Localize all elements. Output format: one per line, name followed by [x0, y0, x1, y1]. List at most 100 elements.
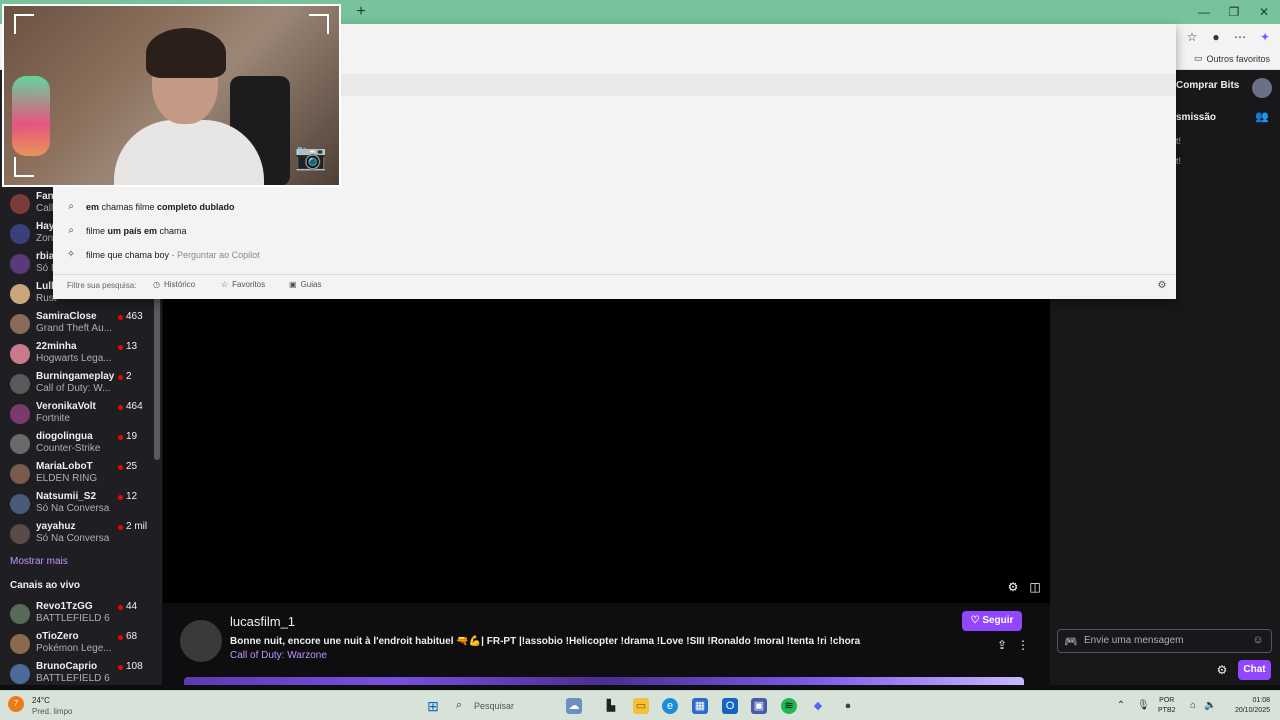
heart-icon: ♡ [970, 615, 980, 626]
sidebar-channel-item[interactable]: diogolingua Counter-Strike 19 [0, 430, 162, 460]
app-diamond-icon[interactable]: ◆ [810, 698, 826, 714]
volume-icon[interactable]: 🔈 [1204, 700, 1216, 712]
chat-users-icon[interactable]: 👥 [1255, 110, 1269, 124]
buy-bits-button[interactable]: Comprar Bits [1176, 80, 1239, 91]
filter-favorites-label: Favoritos [232, 280, 266, 289]
weather-widget[interactable]: 7 24°C Pred. limpo [8, 693, 88, 719]
follow-button[interactable]: ♡ Seguir [962, 611, 1022, 631]
live-indicator [118, 605, 123, 610]
chat-message-input[interactable]: 🎮 Envie uma mensagem ☺ [1057, 629, 1272, 653]
sidebar-channel-item[interactable]: 22minha Hogwarts Lega... 13 [0, 340, 162, 370]
store-icon[interactable]: ▦ [692, 698, 708, 714]
live-indicator [118, 495, 123, 500]
minimize-icon[interactable]: — [1196, 4, 1212, 20]
task-view-icon[interactable]: ▙ [603, 698, 619, 714]
windows-start-icon[interactable]: ⊞ [425, 698, 441, 714]
sidebar-channel-item[interactable]: Natsumii_S2 Só Na Conversa 12 [0, 490, 162, 520]
viewer-count: 19 [126, 431, 138, 442]
maximize-icon[interactable]: ❐ [1226, 4, 1242, 20]
channel-avatar [10, 284, 30, 304]
copilot-icon[interactable]: ✦ [1257, 29, 1273, 45]
profile-icon[interactable]: ● [1208, 29, 1224, 45]
person-shirt [114, 120, 264, 185]
star-icon: ☆ [221, 280, 229, 289]
sidebar-channel-item[interactable]: MariaLoboT ELDEN RING 25 [0, 460, 162, 490]
live-channel-item[interactable]: Revo1TzGG BATTLEFIELD 6 44 [0, 600, 162, 630]
favorites-star-icon[interactable]: ☆ [1184, 29, 1200, 45]
network-icon[interactable]: ⌂ [1187, 700, 1199, 712]
spotify-icon[interactable]: ≋ [781, 698, 797, 714]
video-player[interactable] [163, 298, 1050, 603]
channel-avatar [10, 664, 30, 684]
suggestion-fragment: chama [101, 202, 129, 212]
more-icon[interactable]: ⋯ [1232, 29, 1248, 45]
search-suggestion[interactable]: ⌕ filme um país em chama [53, 219, 1176, 243]
viewer-count: 44 [126, 601, 138, 612]
more-options-icon[interactable]: ⋮ [1016, 638, 1030, 652]
taskbar-search[interactable]: ⌕ Pesquisar [452, 696, 552, 716]
stream-title: Bonne nuit, encore une nuit à l'endroit … [230, 636, 861, 647]
share-icon[interactable]: ⇪ [995, 638, 1009, 652]
show-more-link[interactable]: Mostrar mais [10, 556, 68, 567]
user-avatar[interactable] [1252, 78, 1272, 98]
channel-game: Hogwarts Lega... [36, 353, 112, 364]
channel-name: Fan [36, 191, 54, 202]
channel-game: Pokémon Lege... [36, 643, 112, 654]
language-indicator[interactable]: POR PTB2 [1158, 696, 1176, 716]
filter-tabs[interactable]: ▣ Guias [289, 280, 321, 289]
sidebar-channel-item[interactable]: VeronikaVolt Fortnite 464 [0, 400, 162, 430]
favorites-folder[interactable]: ▭ Outros favoritos [1194, 53, 1270, 64]
chat-send-button[interactable]: Chat [1238, 660, 1271, 680]
weather-temp: 24°C [32, 696, 50, 705]
stream-category-link[interactable]: Call of Duty: Warzone [230, 650, 327, 661]
chat-settings-icon[interactable]: ⚙ [1215, 663, 1229, 677]
chat-message: t! [1176, 136, 1182, 146]
streamer-avatar[interactable] [180, 620, 222, 662]
live-channel-item[interactable]: oTioZero Pokémon Lege... 68 [0, 630, 162, 660]
weather-condition: Pred. limpo [32, 707, 73, 716]
filter-history-label: Histórico [163, 280, 196, 289]
channel-game: Só Na Conversa [36, 503, 110, 514]
new-tab-button[interactable]: + [352, 3, 370, 21]
channel-name: diogolingua [36, 431, 93, 442]
microphone-icon[interactable]: 🎙 [1137, 700, 1150, 712]
chat-header-title: smissão [1176, 112, 1217, 123]
suggestion-fragment: em [86, 202, 102, 212]
viewer-count: 2 [126, 371, 132, 382]
copilot-suggestion-icon: ✧ [66, 249, 76, 260]
viewer-count: 2 mil [126, 521, 148, 532]
search-suggestion[interactable]: ⌕ em chamas filme completo dublado [53, 195, 1176, 219]
dropdown-settings-icon[interactable]: ⚙ [1156, 280, 1168, 292]
streamer-name[interactable]: lucasfilm_1 [230, 614, 295, 629]
live-channel-item[interactable]: BrunoCaprio BATTLEFIELD 6 108 [0, 660, 162, 685]
folder-icon: ▭ [1193, 53, 1203, 63]
file-explorer-icon[interactable]: ▭ [633, 698, 649, 714]
xbox-icon[interactable]: ▣ [751, 698, 767, 714]
edge-browser-icon[interactable]: e [662, 698, 678, 714]
viewer-count: 12 [126, 491, 138, 502]
sidebar-channel-item[interactable]: Burningameplay Call of Duty: W... 2 [0, 370, 162, 400]
emote-picker-icon[interactable]: ☺ [1251, 634, 1265, 648]
player-settings-icon[interactable]: ⚙ [1006, 580, 1020, 594]
filter-history[interactable]: ◷ Histórico [153, 280, 195, 289]
webcam-overlay: 📷 [2, 4, 341, 187]
sidebar-channel-item[interactable]: SamiraClose Grand Theft Au... 463 [0, 310, 162, 340]
windows-taskbar: 7 24°C Pred. limpo ⊞ ⌕ Pesquisar ☁ ▙ ▭ e… [0, 690, 1280, 720]
channel-name: BrunoCaprio [36, 661, 98, 672]
tray-chevron-icon[interactable]: ⌃ [1115, 700, 1127, 712]
theatre-mode-icon[interactable]: ◫ [1028, 580, 1042, 594]
favorites-folder-label: Outros favoritos [1206, 53, 1270, 64]
widget-app-icon[interactable]: ☁ [566, 698, 582, 714]
taskbar-search-placeholder: Pesquisar [474, 701, 515, 711]
search-suggestion[interactable]: ✧ filme que chama boy - Perguntar ao Copi… [53, 243, 1176, 267]
sidebar-channel-item[interactable]: yayahuz Só Na Conversa 2 mil [0, 520, 162, 550]
taskbar-clock[interactable]: 01:08 20/10/2025 [1226, 696, 1270, 716]
close-icon[interactable]: ✕ [1256, 4, 1272, 20]
streamer-person [114, 28, 264, 185]
outlook-icon[interactable]: O [722, 698, 738, 714]
filter-favorites[interactable]: ☆ Favoritos [221, 280, 265, 289]
channel-name: yayahuz [36, 521, 76, 532]
obs-icon[interactable]: ● [840, 698, 856, 714]
chat-input-placeholder: Envie uma mensagem [1084, 635, 1184, 646]
live-indicator [118, 405, 123, 410]
